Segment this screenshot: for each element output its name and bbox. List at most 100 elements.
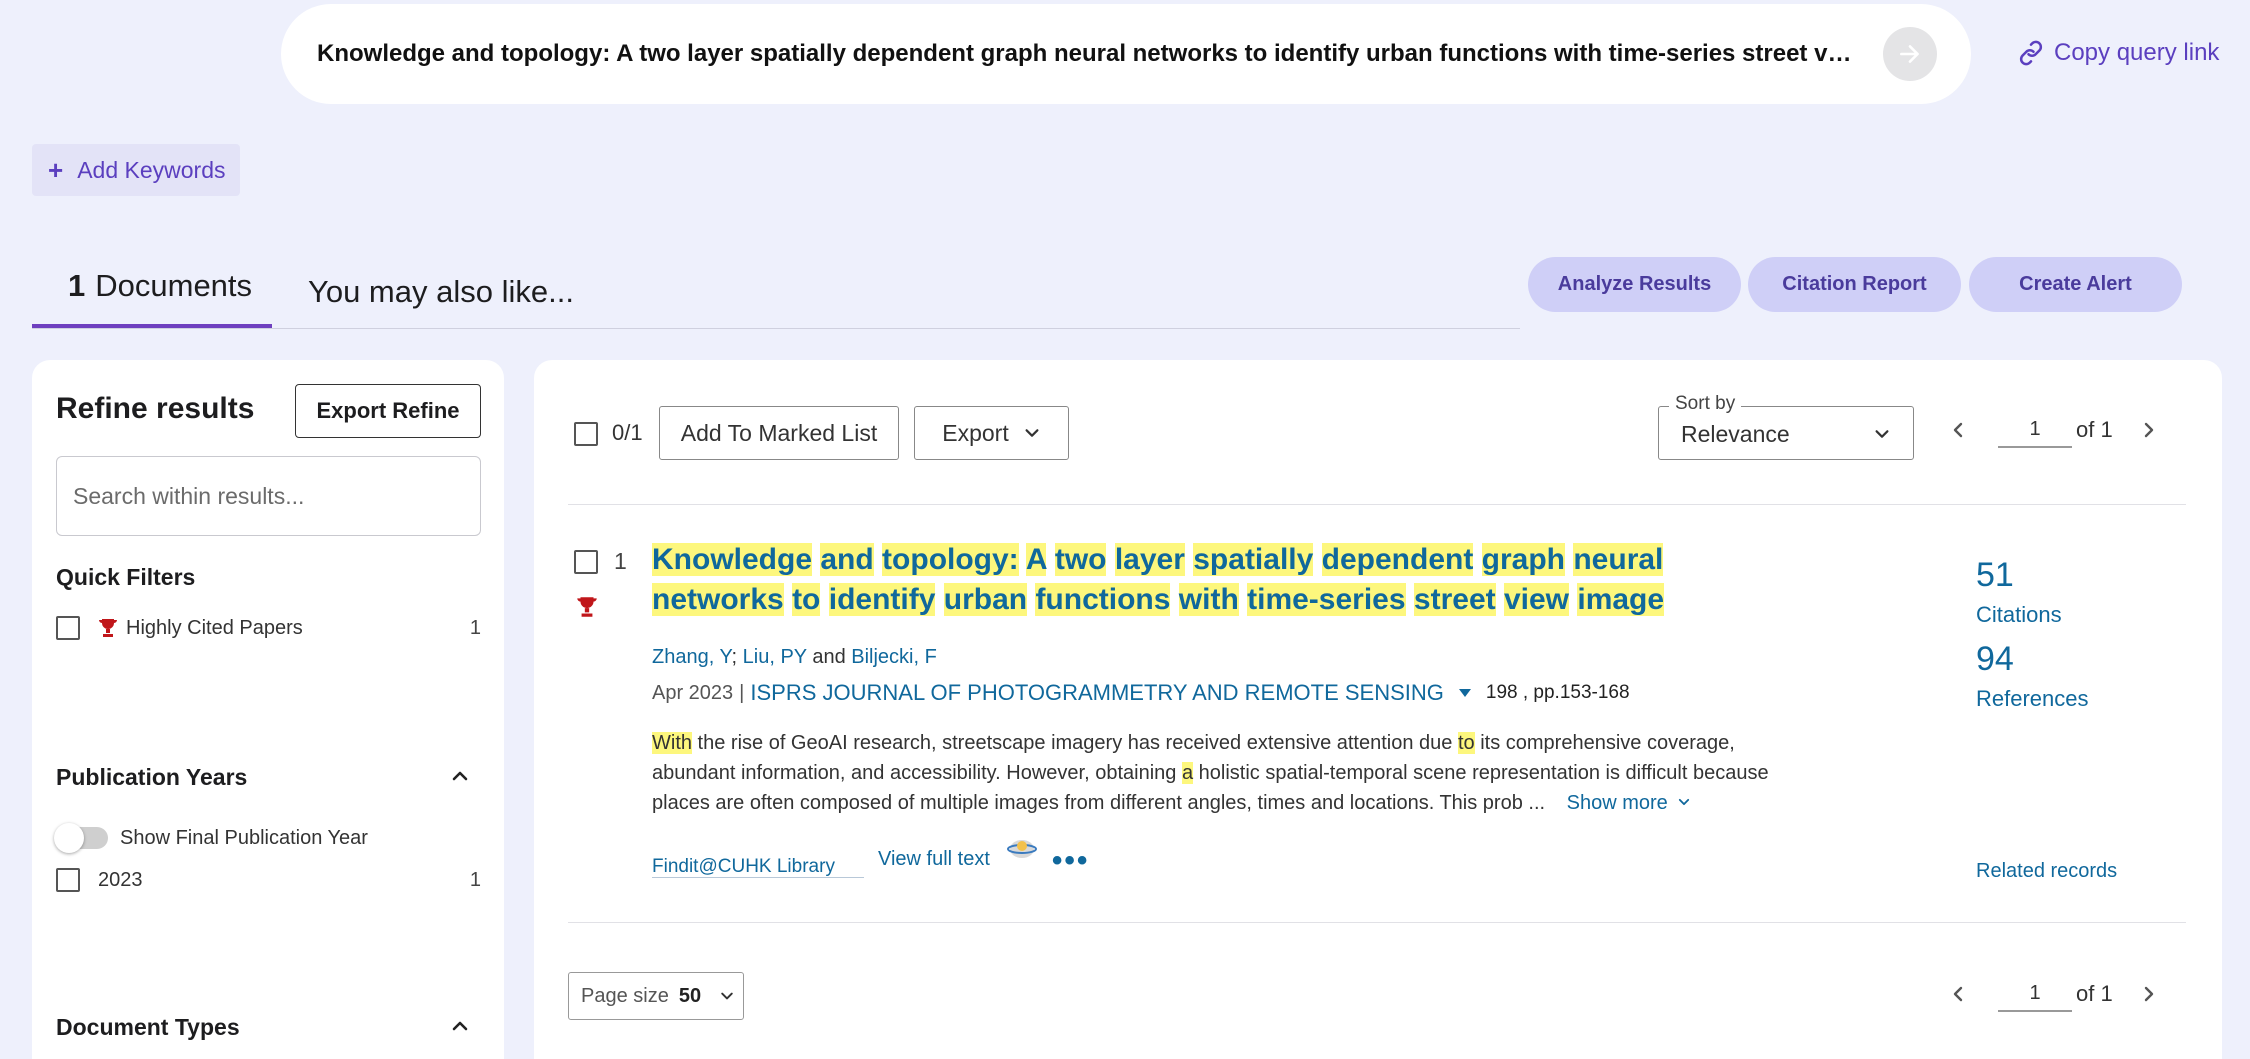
year-2023-count: 1 (469, 868, 481, 891)
references-label[interactable]: References (1976, 686, 2089, 712)
title-word: neural (1573, 543, 1664, 576)
quick-filters-heading: Quick Filters (56, 564, 196, 590)
show-more-label: Show more (1566, 792, 1668, 814)
author-link[interactable]: Biljecki, F (851, 646, 937, 668)
filter-year-2023[interactable]: 2023 1 (56, 864, 481, 896)
record-checkbox[interactable] (574, 550, 598, 574)
related-records-link[interactable]: Related records (1976, 860, 2117, 883)
final-year-toggle[interactable] (54, 823, 108, 853)
sort-by-value: Relevance (1681, 421, 1790, 447)
record-index: 1 (614, 548, 627, 574)
link-icon (2019, 40, 2043, 66)
create-alert-button[interactable]: Create Alert (1969, 257, 2182, 312)
sort-by-label: Sort by (1669, 393, 1742, 415)
title-word: image (1577, 583, 1665, 616)
copy-query-link[interactable]: Copy query link (2016, 38, 2219, 68)
add-keywords-button[interactable]: + Add Keywords (32, 144, 240, 196)
title-word: layer (1114, 543, 1185, 576)
year-2023-label: 2023 (98, 868, 143, 891)
references-count[interactable]: 94 (1976, 640, 2014, 679)
chevron-down-icon (1875, 430, 1889, 438)
final-year-toggle-row[interactable]: Show Final Publication Year (54, 822, 481, 854)
highly-cited-count: 1 (469, 616, 481, 639)
chevron-down-icon (721, 992, 733, 1000)
arrow-right-icon (1900, 45, 1919, 63)
title-word: functions (1035, 583, 1171, 616)
title-word: with (1178, 583, 1239, 616)
add-keywords-label: Add Keywords (77, 156, 226, 183)
trophy-icon (99, 619, 117, 637)
chevron-up-icon[interactable] (450, 1016, 470, 1036)
abstract-highlight: a (1181, 762, 1194, 784)
tab-you-may-also-like[interactable]: You may also like... (308, 274, 574, 310)
search-within-input[interactable] (56, 456, 481, 536)
refine-title: Refine results (56, 392, 255, 425)
chevron-left-icon[interactable] (1948, 420, 1968, 440)
title-word: identify (828, 583, 936, 616)
title-word: urban (943, 583, 1028, 616)
query-bar: Knowledge and topology: A two layer spat… (281, 4, 1971, 104)
highly-cited-checkbox[interactable] (56, 616, 80, 640)
findit-library-image[interactable]: Findit@CUHK Library (652, 856, 864, 878)
abstract-text: holistic spatial-temporal scene represen… (1193, 762, 1769, 784)
title-word: street (1413, 583, 1496, 616)
more-options-icon[interactable]: ••• (1052, 846, 1090, 876)
trophy-icon (577, 597, 597, 617)
author-link[interactable]: Zhang, Y (652, 646, 732, 668)
export-button[interactable]: Export (914, 406, 1069, 460)
page-size-select[interactable]: Page size 50 (568, 972, 744, 1020)
view-full-text-link[interactable]: View full text (878, 848, 990, 871)
page-size-value: 50 (678, 984, 702, 1007)
tab-documents-label: Documents (95, 268, 253, 303)
show-more-link[interactable]: Show more (1567, 792, 1692, 814)
findit-alt-text: Findit@CUHK Library (652, 856, 835, 877)
tabs-divider (32, 328, 1520, 329)
title-word: graph (1481, 543, 1566, 576)
abstract-highlight: to (1457, 732, 1475, 754)
add-to-marked-list-button[interactable]: Add To Marked List (659, 406, 899, 460)
chevron-down-icon (1025, 429, 1039, 437)
tab-documents[interactable]: 1 Documents (32, 268, 272, 328)
abstract-text: its comprehensive coverage, (1474, 732, 1735, 754)
title-word: time-series (1247, 583, 1406, 616)
year-2023-checkbox[interactable] (56, 868, 80, 892)
author-link[interactable]: Liu, PY (743, 646, 807, 668)
publication-years-heading: Publication Years (56, 764, 248, 790)
title-word: topology: (882, 543, 1019, 576)
abstract-text: places are often composed of multiple im… (652, 792, 1546, 814)
fulltext-globe-icon[interactable] (1006, 835, 1038, 863)
page-number-input[interactable] (1998, 976, 2072, 1012)
citations-label[interactable]: Citations (1976, 602, 2062, 628)
author-separator: ; (731, 646, 738, 668)
export-refine-button[interactable]: Export Refine (295, 384, 481, 438)
citation-report-button[interactable]: Citation Report (1748, 257, 1961, 312)
abstract-text: the rise of GeoAI research, streetscape … (692, 732, 1458, 754)
record-links: Findit@CUHK Library View full text ••• (652, 840, 1090, 878)
sort-by-select[interactable]: Sort by Relevance (1658, 393, 1914, 460)
filter-highly-cited[interactable]: Highly Cited Papers 1 (56, 612, 481, 644)
abstract-highlight: With (652, 732, 692, 754)
chevron-up-icon[interactable] (450, 766, 470, 786)
plus-icon: + (48, 155, 64, 185)
abstract-text: abundant information, and accessibility.… (652, 762, 1182, 784)
analyze-results-button[interactable]: Analyze Results (1528, 257, 1741, 312)
title-word: dependent (1321, 543, 1474, 576)
search-submit-button[interactable] (1883, 27, 1937, 81)
record-date: Apr 2023 (652, 681, 734, 704)
chevron-right-icon[interactable] (2139, 984, 2159, 1004)
page-number-input[interactable] (1998, 412, 2072, 448)
export-label: Export (942, 419, 1009, 446)
journal-link[interactable]: ISPRS JOURNAL OF PHOTOGRAMMETRY AND REMO… (750, 680, 1444, 706)
select-all-checkbox[interactable] (574, 422, 598, 446)
record-abstract: With the rise of GeoAI research, streets… (652, 728, 1772, 818)
highly-cited-label: Highly Cited Papers (126, 616, 303, 639)
query-text[interactable]: Knowledge and topology: A two layer spat… (317, 40, 1857, 68)
meta-separator: | (739, 681, 745, 704)
citations-count[interactable]: 51 (1976, 556, 2014, 595)
caret-down-icon[interactable] (1458, 688, 1472, 698)
record-title-link[interactable]: Knowledge and topology: A two layer spat… (652, 540, 1762, 620)
chevron-right-icon[interactable] (2139, 420, 2159, 440)
copy-query-link-label: Copy query link (2054, 39, 2220, 66)
title-word: view (1503, 583, 1570, 616)
chevron-left-icon[interactable] (1948, 984, 1968, 1004)
